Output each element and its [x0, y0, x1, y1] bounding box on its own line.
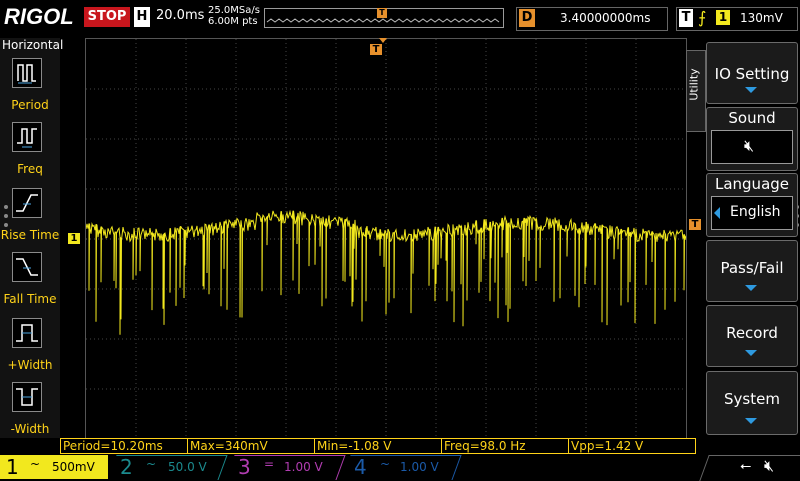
- trigger-label: T: [679, 9, 693, 27]
- chevron-left-icon: [714, 207, 720, 219]
- memory-overview-bar: T: [264, 8, 504, 28]
- record-label: Record: [726, 324, 778, 342]
- measure-period-label: Period: [11, 98, 49, 112]
- measurement-freq[interactable]: Freq=98.0 Hz: [441, 438, 569, 454]
- frequency-icon: [12, 122, 42, 152]
- rising-edge-icon: ⨍: [698, 8, 707, 27]
- pass-fail-label: Pass/Fail: [720, 259, 784, 277]
- measurement-vpp[interactable]: Vpp=1.42 V: [568, 438, 696, 454]
- language-value: English: [730, 204, 781, 220]
- brand-logo: RIGOL: [4, 4, 74, 29]
- channel-3-scale: 1.00 V: [284, 460, 323, 474]
- period-icon: [12, 58, 42, 88]
- channel-1-number: 1: [6, 455, 19, 479]
- utility-tab-label: Utility: [687, 68, 701, 101]
- channel-2-coupling: ~: [146, 457, 157, 471]
- memory-trigger-marker: T: [377, 8, 387, 18]
- pass-fail-button[interactable]: Pass/Fail: [706, 240, 798, 302]
- memory-depth: 6.00M pts: [208, 16, 258, 27]
- sound-button[interactable]: Sound 🔇︎: [706, 107, 798, 171]
- waveform-display[interactable]: [85, 38, 687, 440]
- horizontal-indicator: H: [134, 7, 150, 27]
- sample-rate: 25.0MSa/s: [208, 5, 260, 16]
- io-setting-button[interactable]: IO Setting: [706, 42, 798, 104]
- rise-time-icon: [12, 188, 42, 218]
- measure-negative-width-button[interactable]: -Width: [0, 382, 60, 446]
- language-value-box: English: [711, 196, 793, 230]
- channel-2-number: 2: [120, 455, 133, 479]
- usb-icon: ⭠: [740, 458, 752, 474]
- channel-1-scale: 500mV: [52, 460, 95, 474]
- fall-time-icon: [12, 252, 42, 282]
- measure-period-button[interactable]: Period: [0, 58, 60, 122]
- measurement-period[interactable]: Period=10.20ms: [60, 438, 188, 454]
- language-button[interactable]: Language English: [706, 173, 798, 237]
- timebase-value[interactable]: 20.0ms: [156, 8, 204, 23]
- channel-3-coupling: =: [264, 457, 275, 471]
- horizontal-menu-title: Horizontal: [2, 38, 64, 52]
- trigger-position-arrow: [379, 38, 387, 43]
- scroll-dot: [4, 205, 8, 209]
- language-label: Language: [714, 175, 790, 193]
- trigger-position-marker[interactable]: T: [370, 44, 382, 55]
- record-button[interactable]: Record: [706, 305, 798, 367]
- scroll-dot: [4, 223, 8, 227]
- waveform-grid: [86, 39, 686, 439]
- chevron-down-icon: [745, 350, 757, 356]
- channel-3-number: 3: [238, 455, 251, 479]
- measurement-max[interactable]: Max=340mV: [187, 438, 315, 454]
- measure-fall-time-button[interactable]: Fall Time: [0, 252, 60, 316]
- run-stop-indicator[interactable]: STOP: [84, 7, 130, 27]
- measure-rise-time-button[interactable]: Rise Time: [0, 188, 60, 252]
- channel-4-number: 4: [354, 455, 367, 479]
- positive-width-icon: [12, 318, 42, 348]
- measure-freq-label: Freq: [17, 162, 43, 176]
- negative-width-icon: [12, 382, 42, 412]
- channel-1-coupling: ~: [30, 457, 41, 471]
- chevron-down-icon: [745, 87, 757, 93]
- channel-2-scale: 50.0 V: [168, 460, 207, 474]
- sound-label: Sound: [728, 109, 776, 127]
- channel-1-tab[interactable]: 1 ~ 500mV: [0, 455, 108, 479]
- measure-positive-width-label: +Width: [7, 358, 53, 372]
- trigger-level: 130mV: [740, 11, 783, 25]
- measure-fall-time-label: Fall Time: [3, 292, 57, 306]
- channel-4-coupling: ~: [380, 457, 391, 471]
- system-label: System: [724, 390, 780, 408]
- trigger-level-marker[interactable]: T: [689, 219, 701, 230]
- measure-positive-width-button[interactable]: +Width: [0, 318, 60, 382]
- channel-4-scale: 1.00 V: [400, 460, 439, 474]
- measure-rise-time-label: Rise Time: [0, 228, 60, 242]
- trigger-source: 1: [716, 10, 730, 25]
- measure-freq-button[interactable]: Freq: [0, 122, 60, 186]
- chevron-down-icon: [745, 418, 757, 424]
- speaker-muted-icon: 🔇︎: [744, 136, 755, 155]
- chevron-down-icon: [745, 285, 757, 291]
- system-button[interactable]: System: [706, 371, 798, 435]
- delay-label: D: [519, 9, 535, 27]
- measure-negative-width-label: -Width: [10, 422, 50, 436]
- io-setting-label: IO Setting: [714, 65, 790, 83]
- delay-value: 3.40000000ms: [560, 11, 651, 25]
- speaker-muted-icon: 🔇︎: [764, 456, 775, 475]
- scroll-dot: [4, 214, 8, 218]
- ch1-waveform-trace: [86, 209, 686, 335]
- ch1-offset-marker[interactable]: 1: [68, 233, 80, 244]
- sound-value-box: 🔇︎: [711, 130, 793, 164]
- measurement-min[interactable]: Min=-1.08 V: [314, 438, 442, 454]
